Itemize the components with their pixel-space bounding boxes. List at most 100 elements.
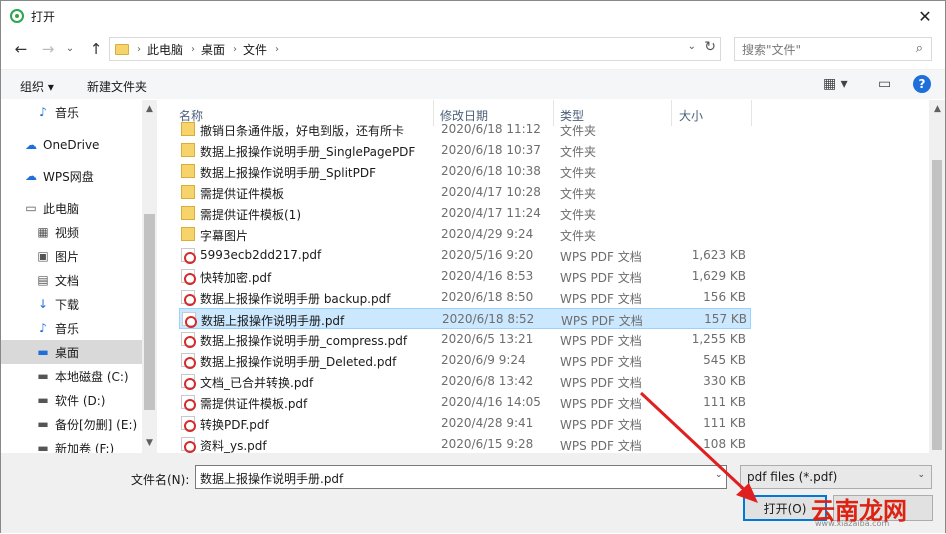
file-row[interactable]: 快转加密.pdf 2020/4/16 8:53 WPS PDF 文档 1,629 KB (179, 266, 751, 287)
pdf-file-icon (181, 269, 196, 285)
open-button-label: 打开(O) (763, 501, 807, 516)
file-date: 2020/6/8 13:42 (441, 374, 534, 388)
file-type: 文件夹 (560, 187, 597, 201)
breadcrumb-files[interactable]: 文件 (243, 41, 267, 58)
up-arrow-icon[interactable]: ↑ (87, 40, 105, 58)
sidebar-item[interactable]: ▬ 备份[勿删] (E:) (1, 412, 142, 436)
nav-scrollbar[interactable]: ▲ ▼ (142, 100, 157, 453)
sidebar-item-label: OneDrive (43, 138, 100, 152)
filename-dropdown-icon[interactable]: ⌄ (715, 470, 723, 480)
file-type: 文件夹 (560, 145, 597, 159)
recent-locations-dropdown-icon[interactable]: ⌄ (61, 43, 79, 54)
file-row[interactable]: 字幕图片 2020/4/29 9:24 文件夹 (179, 224, 751, 245)
sidebar-item-label: 桌面 (55, 345, 80, 360)
pdf-file-icon (181, 248, 196, 264)
sidebar-item[interactable]: ▬ 本地磁盘 (C:) (1, 364, 142, 388)
desktop-icon: ▬ (37, 345, 49, 359)
drive-icon: ▬ (37, 441, 49, 453)
close-button[interactable]: ✕ (905, 1, 945, 31)
scroll-down-icon[interactable]: ▼ (142, 438, 157, 448)
filename-input[interactable]: 数据上报操作说明手册.pdf (195, 465, 727, 489)
help-icon[interactable]: ? (913, 75, 931, 93)
sidebar-item[interactable]: ☁ OneDrive (1, 133, 142, 157)
file-date: 2020/4/17 10:28 (441, 185, 541, 199)
breadcrumb-separator: › (275, 43, 280, 55)
file-size: 156 KB (703, 290, 746, 304)
sidebar-item[interactable]: ▣ 图片 (1, 244, 142, 268)
forward-arrow-icon[interactable]: → (39, 40, 57, 58)
file-row[interactable]: 数据上报操作说明手册_SinglePagePDF 2020/6/18 10:37 文… (179, 140, 751, 161)
column-divider[interactable] (751, 100, 752, 126)
view-options-icon[interactable]: ▦ ▾ (823, 76, 848, 92)
sidebar-item-label: 本地磁盘 (C:) (55, 369, 129, 384)
pdf-file-icon (181, 353, 196, 369)
folder-icon (181, 227, 195, 241)
file-row[interactable]: 5993ecb2dd217.pdf 2020/5/16 9:20 WPS PDF 文… (179, 245, 751, 266)
file-name: 数据上报操作说明手册_compress.pdf (200, 334, 408, 348)
sidebar-item[interactable]: ▬ 新加卷 (F:) (1, 436, 142, 453)
file-row[interactable]: 需提供证件模板 2020/4/17 10:28 文件夹 (179, 182, 751, 203)
preview-pane-icon[interactable]: ▭ (878, 76, 891, 92)
refresh-icon[interactable]: ↻ (704, 39, 716, 55)
filetype-select[interactable]: pdf files (*.pdf) ⌄ (740, 465, 932, 489)
sidebar-item[interactable]: ☁ WPS网盘 (1, 164, 142, 188)
file-name: 数据上报操作说明手册 backup.pdf (200, 292, 391, 306)
file-list-scroll-thumb[interactable] (932, 160, 942, 450)
sidebar-item[interactable]: ▦ 视频 (1, 220, 142, 244)
file-name: 数据上报操作说明手册_SplitPDF (200, 166, 376, 180)
file-row[interactable]: 需提供证件模板(1) 2020/4/17 11:24 文件夹 (179, 203, 751, 224)
sidebar-item[interactable]: ♪ 音乐 (1, 316, 142, 340)
file-row[interactable]: 文档_已合并转换.pdf 2020/6/8 13:42 WPS PDF 文档 330 … (179, 371, 751, 392)
file-row[interactable]: 数据上报操作说明手册_SplitPDF 2020/6/18 10:38 文件夹 (179, 161, 751, 182)
file-row[interactable]: 数据上报操作说明手册_Deleted.pdf 2020/6/9 9:24 WPS P… (179, 350, 751, 371)
music-icon: ♪ (39, 321, 47, 335)
sidebar-item[interactable]: ▭ 此电脑 (1, 196, 142, 220)
file-type: WPS PDF 文档 (560, 397, 642, 411)
file-date: 2020/5/16 9:20 (441, 248, 534, 262)
file-size: 1,623 KB (691, 248, 746, 262)
file-name: 需提供证件模板.pdf (200, 397, 308, 411)
file-name: 需提供证件模板(1) (200, 208, 301, 222)
file-row[interactable]: 数据上报操作说明手册.pdf 2020/6/18 8:52 WPS PDF 文档 15… (179, 308, 751, 329)
sidebar-item[interactable]: ↓ 下载 (1, 292, 142, 316)
file-row[interactable]: 转换PDF.pdf 2020/4/28 9:41 WPS PDF 文档 111 KB (179, 413, 751, 434)
file-list-scrollbar[interactable]: ▲ (929, 100, 945, 453)
breadcrumb-desktop[interactable]: 桌面 (201, 41, 225, 58)
sidebar-item[interactable]: ▤ 文档 (1, 268, 142, 292)
pdf-file-icon (182, 312, 197, 328)
new-folder-button[interactable]: 新建文件夹 (87, 78, 147, 95)
sidebar-item[interactable]: ▬ 软件 (D:) (1, 388, 142, 412)
scroll-up-icon[interactable]: ▲ (142, 104, 157, 114)
sidebar-item-label: 音乐 (55, 105, 80, 120)
nav-scroll-thumb[interactable] (144, 214, 155, 410)
pdf-file-icon (181, 374, 196, 390)
wps-cloud-icon: ☁ (25, 169, 37, 183)
sidebar-item[interactable]: ▬ 桌面 (1, 340, 142, 364)
file-size: 545 KB (703, 353, 746, 367)
file-row[interactable]: 撤销日条通件版，好电到版，还有所卡 2020/6/18 11:12 文件夹 (179, 119, 751, 140)
scroll-up-icon[interactable]: ▲ (930, 104, 945, 114)
file-row[interactable]: 需提供证件模板.pdf 2020/4/16 14:05 WPS PDF 文档 111 … (179, 392, 751, 413)
drive-icon: ▬ (37, 393, 49, 407)
folder-icon (181, 122, 195, 136)
file-date: 2020/4/29 9:24 (441, 227, 534, 241)
breadcrumb-this-pc[interactable]: 此电脑 (147, 41, 183, 58)
cloud-icon: ☁ (25, 138, 37, 152)
breadcrumb-separator: › (137, 43, 141, 55)
back-arrow-icon[interactable]: ← (12, 40, 30, 58)
file-row[interactable]: 数据上报操作说明手册_compress.pdf 2020/6/5 13:21 WPS… (179, 329, 751, 350)
file-name: 数据上报操作说明手册_SinglePagePDF (200, 145, 416, 159)
chevron-down-icon: ⌄ (917, 470, 925, 480)
search-icon: ⌕ (915, 41, 923, 56)
file-size: 111 KB (703, 416, 746, 430)
organize-menu[interactable]: 组织 ▾ (20, 78, 54, 95)
sidebar-item[interactable]: ♪ 音乐 (1, 100, 142, 124)
file-row[interactable]: 数据上报操作说明手册 backup.pdf 2020/6/18 8:50 WPS P… (179, 287, 751, 308)
file-name: 转换PDF.pdf (200, 418, 269, 432)
file-date: 2020/6/9 9:24 (441, 353, 526, 367)
search-input[interactable]: 搜索"文件" ⌕ (734, 37, 932, 61)
file-row[interactable]: 资料_ys.pdf 2020/6/15 9:28 WPS PDF 文档 108 KB (179, 434, 751, 453)
address-bar[interactable]: › 此电脑 › 桌面 › 文件 › ⌄ ↻ (109, 37, 721, 61)
address-dropdown-icon[interactable]: ⌄ (688, 41, 696, 52)
pdf-file-icon (181, 395, 196, 411)
